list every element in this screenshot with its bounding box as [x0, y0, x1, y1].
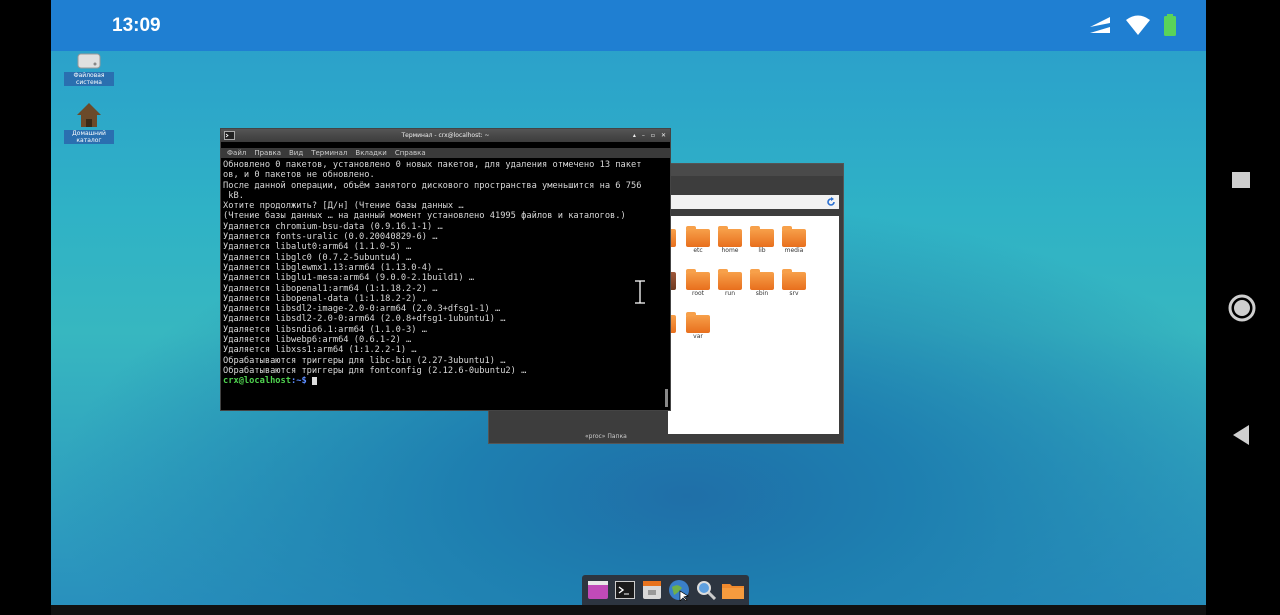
menu-file[interactable]: Файл [227, 148, 246, 158]
android-status-bar: 13:09 [51, 0, 1206, 51]
terminal-app-icon [224, 131, 235, 140]
menu-terminal[interactable]: Терминал [311, 148, 347, 158]
desktop-icon-home[interactable]: Домашний каталог [64, 102, 114, 144]
terminal-line: kB. [223, 190, 244, 201]
folder-label: srv [789, 290, 799, 297]
folder-label: run [724, 290, 736, 297]
folder-item[interactable]: media [781, 226, 807, 254]
android-nav-bar [1206, 0, 1280, 615]
screen-bottom-edge [51, 605, 1206, 615]
terminal-line: Удаляется libsndio6.1:arm64 (1.1.0-3) … [223, 324, 427, 335]
folder-label: media [784, 247, 804, 254]
terminal-line: Удаляется libglu1-mesa:arm64 (9.0.0-2.1b… [223, 273, 475, 284]
terminal-line: Удаляется libalut0:arm64 (1.1.0-5) … [223, 242, 412, 253]
terminal-line: Обновлено 0 пакетов, установлено 0 новых… [223, 160, 642, 170]
terminal-line: Обрабатываются триггеры для fontconfig (… [223, 365, 527, 376]
folder-item[interactable]: srv [781, 269, 807, 297]
terminal-icon[interactable] [614, 579, 636, 601]
terminal-line: Удаляется fonts-uralic (0.0.20040829-6) … [223, 232, 438, 243]
terminal-line: Обрабатываются триггеры для libc-bin (2.… [223, 355, 506, 366]
back-button[interactable] [1232, 424, 1250, 450]
terminal-line: Удаляется libglc0 (0.7.2-5ubuntu4) … [223, 252, 412, 263]
terminal-scrollbar[interactable] [665, 389, 668, 407]
file-manager-status: «proc» Папка [585, 433, 627, 440]
terminal-line: ов, и 0 пакетов не обновлено. [223, 170, 375, 181]
terminal-line: Удаляется libopenal-data (1:1.18.2-2) … [223, 293, 427, 304]
reload-icon[interactable] [826, 197, 836, 207]
terminal-line: Удаляется chromium-bsu-data (0.9.16.1-1)… [223, 221, 443, 232]
terminal-line: (Чтение базы данных … на данный момент у… [223, 211, 626, 222]
folder-icon[interactable] [722, 579, 745, 601]
file-manager-path-bar[interactable] [669, 195, 839, 209]
terminal-line: Удаляется libxss1:arm64 (1:1.2.2-1) … [223, 345, 417, 356]
terminal-titlebar[interactable]: Терминал - crx@localhost: ~ ▴ – ▫ ✕ [221, 129, 670, 142]
terminal-output[interactable]: Обновлено 0 пакетов, установлено 0 новых… [221, 158, 670, 389]
back-triangle-icon [1233, 425, 1249, 445]
menu-view[interactable]: Вид [289, 148, 303, 158]
circle-icon [1228, 294, 1256, 322]
terminal-window[interactable]: Терминал - crx@localhost: ~ ▴ – ▫ ✕ Файл… [220, 128, 671, 411]
pin-icon[interactable]: ▴ [633, 129, 636, 142]
file-manager-icon[interactable] [641, 579, 663, 601]
folder-label: sbin [755, 290, 769, 297]
menu-tabs[interactable]: Вкладки [355, 148, 386, 158]
folder-item[interactable]: var [685, 312, 711, 340]
folder-label: var [693, 333, 703, 340]
home-button[interactable] [1228, 294, 1256, 326]
folder-item[interactable]: root [685, 269, 711, 297]
search-icon[interactable] [695, 579, 717, 601]
battery-icon [1164, 14, 1176, 36]
status-clock: 13:09 [112, 15, 161, 36]
cell-signal-icon [1090, 17, 1110, 33]
wifi-icon [1126, 15, 1150, 35]
drive-icon [77, 53, 101, 69]
terminal-menubar: Файл Правка Вид Терминал Вкладки Справка [221, 148, 670, 158]
folder-item[interactable]: run [717, 269, 743, 297]
terminal-prompt-line[interactable]: crx@localhost:~$ [223, 376, 668, 386]
recents-button[interactable] [1232, 172, 1250, 194]
square-icon [1232, 172, 1250, 188]
app-menu-icon[interactable] [587, 579, 609, 601]
prompt-symbol: $ [301, 376, 307, 387]
desktop: 13:09 Файловая система Домашний каталог … [51, 0, 1206, 605]
terminal-line: Удаляется libwebp6:arm64 (0.6.1-2) … [223, 335, 412, 346]
terminal-line: Удаляется libopenal1:arm64 (1:1.18.2-2) … [223, 283, 438, 294]
maximize-icon[interactable]: ▫ [651, 129, 655, 142]
folder-item[interactable]: sbin [749, 269, 775, 297]
prompt-path: :~ [291, 376, 302, 387]
terminal-line: Удаляется libsdl2-2.0-0:arm64 (2.0.8+dfs… [223, 314, 506, 325]
minimize-icon[interactable]: – [642, 129, 645, 142]
terminal-line: Удаляется libglewmx1.13:arm64 (1.13.0-4)… [223, 262, 443, 273]
desktop-icon-label: Домашний каталог [64, 130, 114, 144]
folder-label: etc [693, 247, 703, 254]
close-icon[interactable]: ✕ [661, 129, 666, 142]
folder-label: root [691, 290, 705, 297]
home-icon [77, 103, 101, 127]
folder-label: lib [758, 247, 766, 254]
prompt-user: crx@localhost [223, 376, 291, 387]
terminal-title: Терминал - crx@localhost: ~ [401, 132, 490, 139]
dock [582, 575, 749, 605]
terminal-line: После данной операции, объём занятого ди… [223, 180, 642, 191]
ibeam-cursor-icon [635, 280, 645, 304]
text-cursor [311, 376, 317, 385]
folder-item[interactable]: home [717, 226, 743, 254]
file-manager-content: etc home lib media root run sbin srv var [668, 216, 839, 434]
menu-edit[interactable]: Правка [254, 148, 281, 158]
web-browser-icon[interactable] [668, 579, 690, 601]
terminal-line: Хотите продолжить? [Д/н] (Чтение базы да… [223, 201, 464, 212]
terminal-line: Удаляется libsdl2-image-2.0-0:arm64 (2.0… [223, 304, 501, 315]
menu-help[interactable]: Справка [395, 148, 426, 158]
folder-item[interactable]: etc [685, 226, 711, 254]
folder-label: home [721, 247, 739, 254]
folder-item[interactable]: lib [749, 226, 775, 254]
desktop-icon-label: Файловая система [64, 72, 114, 86]
desktop-icon-filesystem[interactable]: Файловая система [64, 52, 114, 86]
